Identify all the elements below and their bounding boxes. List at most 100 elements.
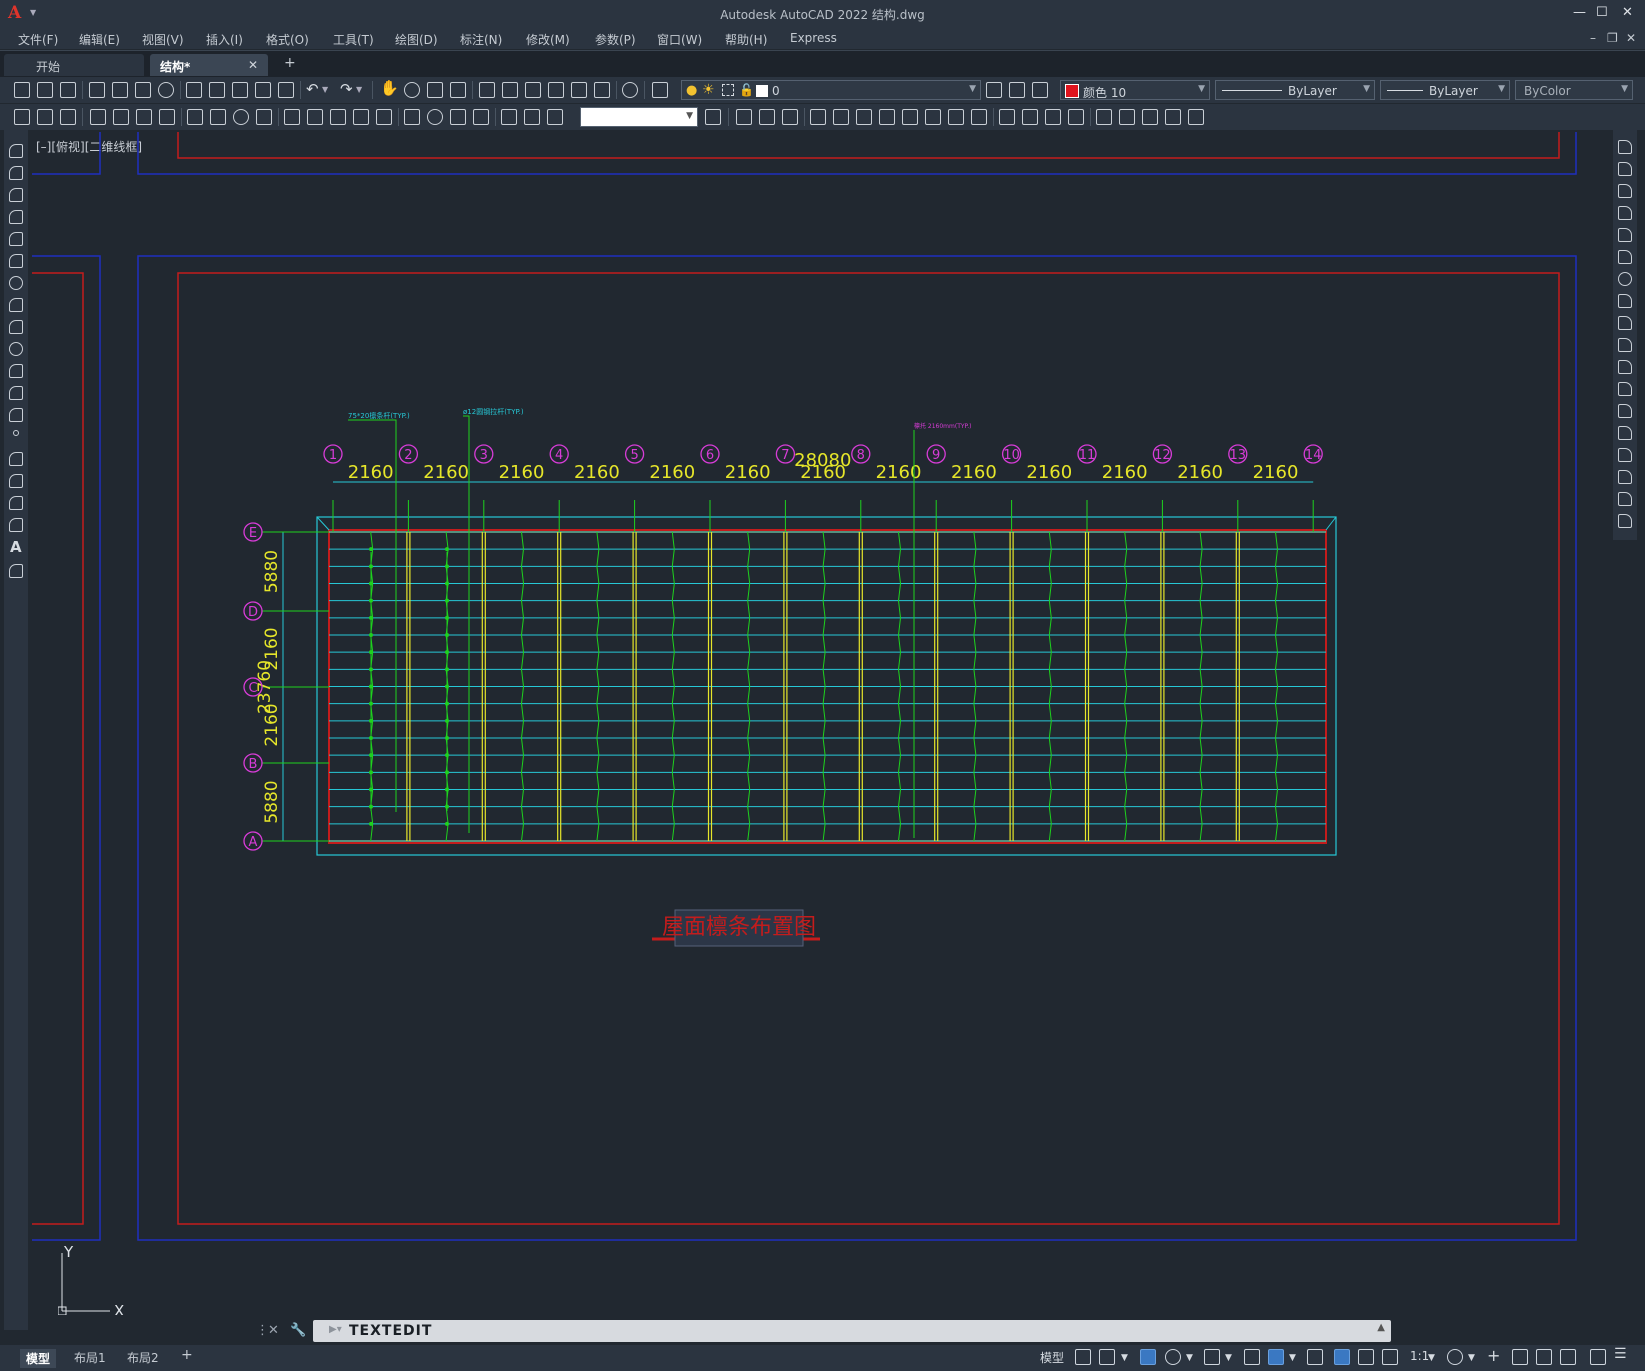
menu-draw[interactable]: 绘图(D) (395, 31, 438, 48)
clean-screen-icon[interactable] (1590, 1349, 1606, 1365)
rotate-faces-icon[interactable] (902, 109, 918, 125)
3d-print-icon[interactable] (158, 82, 174, 98)
extend-icon[interactable] (1618, 360, 1632, 374)
spline-icon[interactable] (9, 320, 23, 334)
copy-faces-icon[interactable] (948, 109, 964, 125)
diameter-dimension-icon[interactable] (233, 109, 249, 125)
menu-format[interactable]: 格式(O) (266, 31, 309, 48)
array-icon[interactable] (1618, 228, 1632, 242)
zoom-realtime-icon[interactable] (404, 82, 420, 98)
add-layout-button[interactable]: + (181, 1347, 193, 1363)
taper-faces-icon[interactable] (925, 109, 941, 125)
gradient-icon[interactable] (9, 474, 23, 488)
stretch-icon[interactable] (1618, 316, 1632, 330)
menu-help[interactable]: 帮助(H) (725, 31, 767, 48)
close-window-button[interactable]: ✕ (1622, 5, 1633, 20)
command-line[interactable]: ▶▾ TEXTEDIT ▲ (313, 1320, 1391, 1342)
grid-icon[interactable] (1075, 1349, 1091, 1365)
block-editor-icon[interactable] (278, 82, 294, 98)
dimension-style-combo[interactable]: ▼ (580, 107, 698, 127)
quick-properties-icon[interactable] (1536, 1349, 1552, 1365)
tab-model[interactable]: 模型 (20, 1349, 57, 1368)
region-icon[interactable] (9, 496, 23, 510)
command-customize-icon[interactable]: 🔧 (290, 1323, 306, 1338)
zoom-window-icon[interactable] (427, 82, 443, 98)
rotate-icon[interactable] (1618, 272, 1632, 286)
layer-viewport-freeze-icon[interactable] (722, 84, 734, 96)
help-icon[interactable] (622, 82, 638, 98)
menu-window[interactable]: 窗口(W) (657, 31, 702, 48)
jogged-dimension-icon[interactable] (210, 109, 226, 125)
shell-icon[interactable] (1165, 109, 1181, 125)
layer-walk-icon[interactable] (60, 109, 76, 125)
color-dropdown-icon[interactable]: ▼ (1198, 84, 1205, 94)
layer-on-icon[interactable]: ● (686, 83, 697, 98)
sheet-set-icon[interactable] (548, 82, 564, 98)
zoom-previous-icon[interactable] (450, 82, 466, 98)
arc-icon[interactable] (9, 254, 23, 268)
dimension-space-icon[interactable] (353, 109, 369, 125)
cut-icon[interactable] (186, 82, 202, 98)
inspection-icon[interactable] (450, 109, 466, 125)
auto-scale-icon[interactable] (1358, 1349, 1374, 1365)
menu-modify[interactable]: 修改(M) (526, 31, 570, 48)
aligned-dimension-icon[interactable] (113, 109, 129, 125)
chamfer-edges-icon[interactable] (1022, 109, 1038, 125)
markup-icon[interactable] (571, 82, 587, 98)
trim-icon[interactable] (1618, 338, 1632, 352)
linear-dimension-icon[interactable] (90, 109, 106, 125)
jogged-linear-icon[interactable] (473, 109, 489, 125)
layer-combo[interactable]: ● ☀ 🔓 0 ▼ (681, 80, 981, 100)
ortho-icon[interactable] (1140, 1349, 1156, 1365)
fillet-icon[interactable] (1618, 470, 1632, 484)
radius-dimension-icon[interactable] (187, 109, 203, 125)
explode-icon[interactable] (1618, 514, 1632, 528)
model-space-toggle[interactable]: 模型 (1040, 1349, 1064, 1366)
dimension-text-edit-icon[interactable] (524, 109, 540, 125)
workspace-gear-icon[interactable] (1447, 1349, 1463, 1365)
plotstyle-combo[interactable]: ByColor ▼ (1515, 80, 1633, 100)
command-close-icon[interactable]: ✕ (268, 1323, 279, 1338)
baseline-dimension-icon[interactable] (307, 109, 323, 125)
construction-line-icon[interactable] (9, 166, 23, 180)
dimension-update-icon[interactable] (547, 109, 563, 125)
command-recent-icon[interactable]: ▶▾ (329, 1324, 342, 1335)
doc-minimize-button[interactable]: – (1590, 31, 1596, 45)
ellipse-icon[interactable] (9, 342, 23, 356)
dimension-style-dropdown-icon[interactable]: ▼ (686, 111, 693, 121)
snap-dropdown-icon[interactable]: ▼ (1121, 1353, 1128, 1363)
center-mark-icon[interactable] (427, 109, 443, 125)
intersect-icon[interactable] (782, 109, 798, 125)
dimension-style-icon[interactable] (705, 109, 721, 125)
layer-state-icon[interactable] (1032, 82, 1048, 98)
separate-icon[interactable] (1142, 109, 1158, 125)
point-icon[interactable] (13, 430, 19, 436)
make-block-icon[interactable] (9, 408, 23, 422)
circle-icon[interactable] (9, 276, 23, 290)
open-file-icon[interactable] (37, 82, 53, 98)
menu-parametric[interactable]: 参数(P) (595, 31, 636, 48)
make-block-icon[interactable] (37, 109, 53, 125)
drawing-viewport[interactable] (32, 132, 1610, 1322)
viewport-controls-label[interactable]: [–][俯视][二维线框] (36, 138, 142, 155)
rectangle-icon[interactable] (9, 232, 23, 246)
hatch-icon[interactable] (9, 452, 23, 466)
paste-icon[interactable] (232, 82, 248, 98)
color-combo[interactable]: 颜色 10 ▼ (1060, 80, 1210, 100)
undo-icon[interactable]: ↶ (306, 80, 319, 98)
menu-express[interactable]: Express (790, 31, 837, 45)
line-icon[interactable] (9, 144, 23, 158)
customize-status-bar-icon[interactable]: ☰ (1614, 1346, 1627, 1362)
multiline-text-icon[interactable]: A (10, 538, 22, 556)
isodraft-dropdown-icon[interactable]: ▼ (1225, 1353, 1232, 1363)
ordinate-dimension-icon[interactable] (159, 109, 175, 125)
color-faces-icon[interactable] (971, 109, 987, 125)
minimize-button[interactable]: — (1573, 5, 1586, 20)
workspace-dropdown-icon[interactable]: ▼ (1468, 1353, 1475, 1363)
move-icon[interactable] (1618, 250, 1632, 264)
publish-icon[interactable] (135, 82, 151, 98)
menu-file[interactable]: 文件(F) (18, 31, 58, 48)
layer-dropdown-icon[interactable]: ▼ (969, 84, 976, 94)
annotation-scale-icon[interactable] (1382, 1349, 1398, 1365)
offset-faces-icon[interactable] (856, 109, 872, 125)
